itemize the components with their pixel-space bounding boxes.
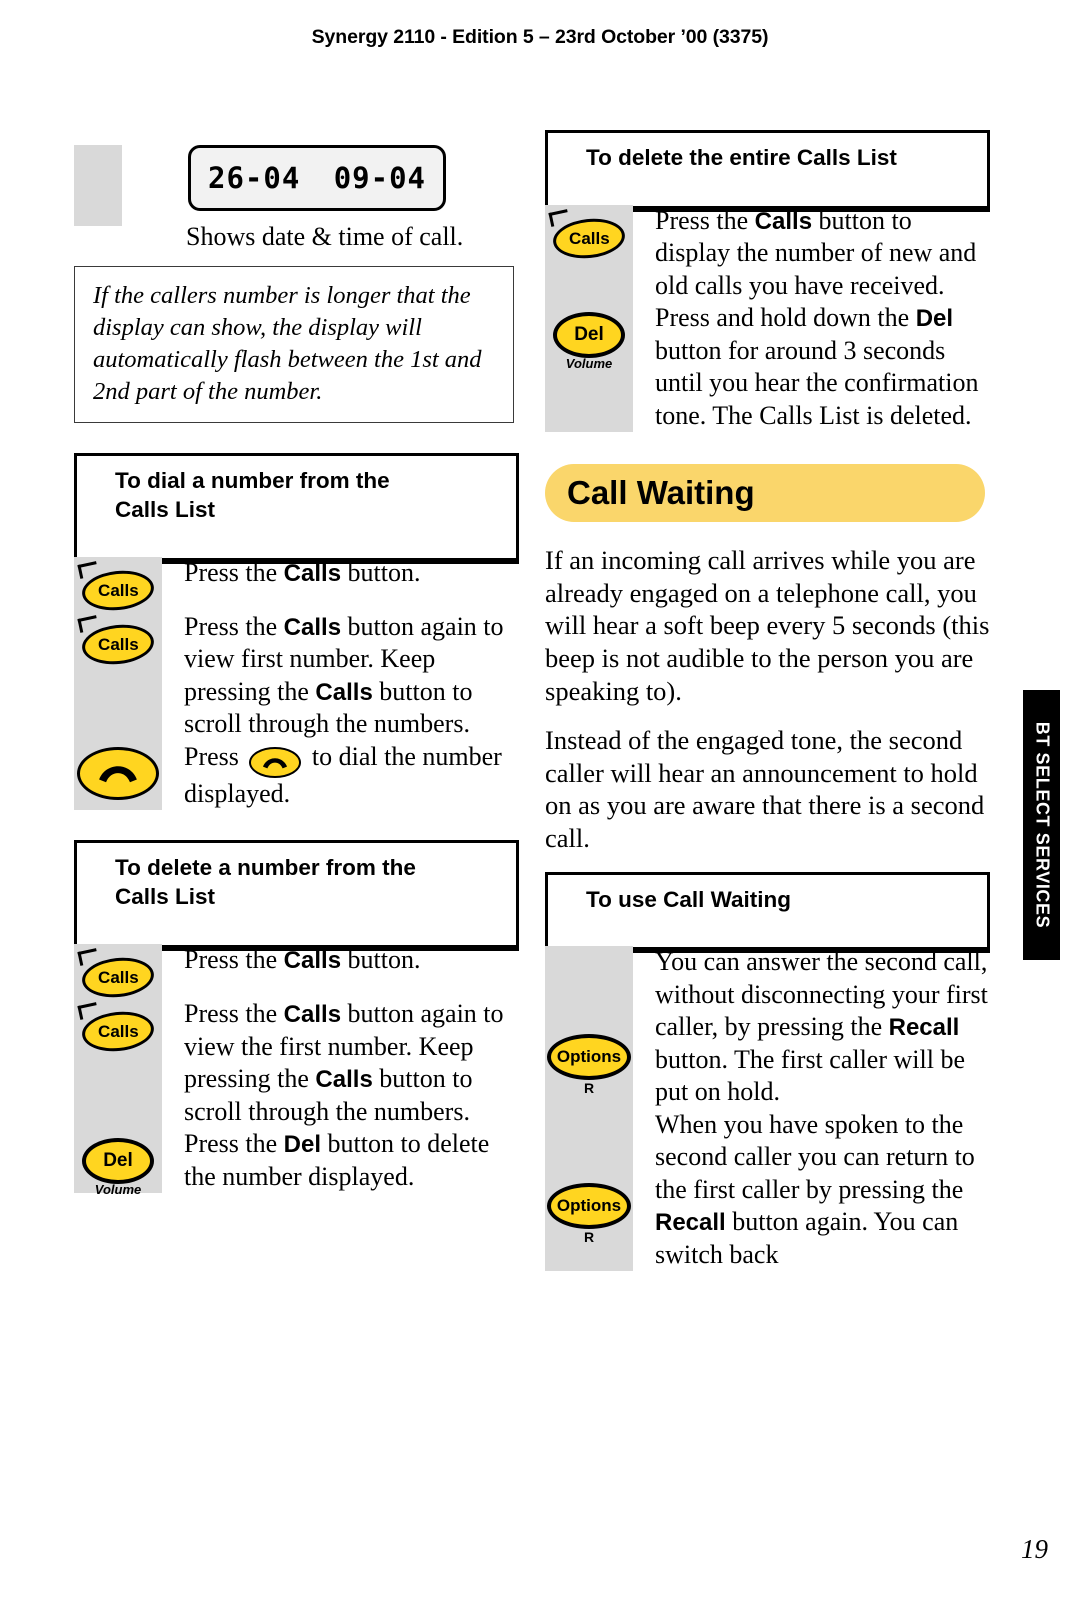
calls-key-icon[interactable]: Calls <box>77 561 156 614</box>
instruction-icon-cell: Calls <box>74 998 162 1055</box>
recall-sublabel: R <box>583 1228 595 1245</box>
calls-key-icon[interactable]: Calls <box>548 208 627 262</box>
instruction-icon-cell <box>74 741 162 800</box>
side-tab: BT SELECT SERVICES <box>1023 690 1060 960</box>
key-bracket-icon <box>77 1002 99 1020</box>
calls-key-icon[interactable]: Calls <box>77 1002 156 1055</box>
instruction-text: Press the Del button to delete the numbe… <box>184 1129 490 1191</box>
instruction-text: You can answer the second call, without … <box>655 947 988 1107</box>
instruction-icon-cell: Calls <box>74 944 162 1001</box>
instruction-row: Del Volume Press and hold down the Del but… <box>545 302 990 432</box>
instruction-strip: Calls Press the Calls button. Calls Press t… <box>74 556 519 811</box>
lcd-date: 26-04 <box>208 161 301 195</box>
lcd-display-row: 26-04 09-04 Shows date & time of call. <box>74 130 519 251</box>
banner-label: Call Waiting <box>567 474 755 512</box>
calls-key-label: Calls <box>97 580 139 600</box>
instruction-text: Press the Calls button. <box>184 557 421 587</box>
body-paragraph: If an incoming call arrives while you ar… <box>545 545 990 706</box>
left-column: 26-04 09-04 Shows date & time of call. I… <box>74 130 519 1197</box>
options-key-icon[interactable]: Options R <box>547 1034 631 1096</box>
del-key-label: Del <box>103 1150 133 1172</box>
key-bracket-icon <box>77 561 99 579</box>
del-key-label: Del <box>574 324 604 346</box>
instruction-row: Del Volume Press the Del button to delete … <box>74 1128 519 1197</box>
left-sections: To dial a number from the Calls List Calls… <box>74 453 519 1197</box>
manual-page: Synergy 2110 - Edition 5 – 23rd October … <box>0 0 1080 1599</box>
del-key-icon[interactable]: Del Volume <box>553 312 625 371</box>
strip-rows: Calls Press the Calls button. Calls Press t… <box>74 944 519 1197</box>
del-key-icon[interactable]: Del Volume <box>82 1138 154 1197</box>
strip-rows: Options R You can answer the second call, … <box>545 946 990 1271</box>
calls-key-icon[interactable]: Calls <box>77 948 156 1001</box>
section-heading-text: To use Call Waiting <box>545 871 990 923</box>
section-heading-text: To delete a number from the Calls List <box>74 840 519 921</box>
calls-key-label: Calls <box>568 228 610 248</box>
instruction-strip: Options R You can answer the second call, … <box>545 946 990 1272</box>
instruction-row: Calls Press the Calls button again to vie… <box>74 611 519 741</box>
section-heading-text: To delete the entire Calls List <box>545 130 990 181</box>
page-header: Synergy 2110 - Edition 5 – 23rd October … <box>311 26 769 48</box>
strip-rows: Calls Press the Calls button to display t… <box>545 205 990 433</box>
options-key-label: Options <box>556 1195 622 1215</box>
instruction-row: Options R When you have spoken to the seco… <box>545 1109 990 1272</box>
note-box: If the callers number is longer that the… <box>74 266 514 424</box>
instruction-row: Press to dial the number displayed. <box>74 741 519 811</box>
instruction-strip: Calls Press the Calls button. Calls Press t… <box>74 944 519 1197</box>
calls-key-label: Calls <box>97 967 139 987</box>
section-heading-text: To dial a number from the Calls List <box>74 453 519 533</box>
instruction-icon-cell: Options R <box>545 1109 633 1245</box>
calls-key-label: Calls <box>97 1021 139 1041</box>
section-heading-bubble: To delete a number from the Calls List <box>74 840 519 961</box>
right-column: To delete the entire Calls List Calls Pres… <box>545 130 990 1272</box>
section-heading-bubble: To dial a number from the Calls List <box>74 453 519 573</box>
lcd-time: 09-04 <box>333 161 426 195</box>
instruction-icon-cell: Options R <box>545 946 633 1096</box>
key-bracket-icon <box>77 948 99 966</box>
instruction-text: Press to dial the number displayed. <box>184 741 502 808</box>
lcd-caption: Shows date & time of call. <box>186 222 464 251</box>
body-paragraph: Instead of the engaged tone, the second … <box>545 725 985 854</box>
instruction-icon-cell: Del Volume <box>545 302 633 371</box>
key-bracket-icon <box>548 208 570 227</box>
call-waiting-banner: Call Waiting <box>545 464 985 523</box>
side-tab-label: BT SELECT SERVICES <box>1032 721 1052 929</box>
strip-rows: Calls Press the Calls button. Calls Press t… <box>74 557 519 811</box>
use-call-waiting-section: To use Call Waiting Options R You can answe… <box>545 871 990 1272</box>
instruction-row: Calls Press the Calls button again to vie… <box>74 998 519 1128</box>
strip-grey-block <box>74 145 122 226</box>
call-waiting-paragraphs: If an incoming call arrives while you ar… <box>545 544 990 854</box>
instruction-text: Press the Calls button to display the nu… <box>655 205 977 300</box>
note-text: If the callers number is longer that the… <box>93 282 482 406</box>
page-number: 19 <box>1021 1534 1048 1564</box>
instruction-row: Calls Press the Calls button. <box>74 944 519 1001</box>
lcd-display: 26-04 09-04 <box>188 145 446 211</box>
recall-sublabel: R <box>583 1080 595 1097</box>
instruction-icon-cell: Calls <box>74 557 162 614</box>
calls-key-label: Calls <box>97 634 139 654</box>
instruction-text: Press the Calls button again to view fir… <box>184 611 504 739</box>
instruction-text: When you have spoken to the second calle… <box>655 1109 975 1269</box>
options-key-icon[interactable]: Options R <box>547 1182 631 1245</box>
instruction-icon-cell: Del Volume <box>74 1128 162 1197</box>
instruction-row: Calls Press the Calls button. <box>74 557 519 614</box>
instruction-text: Press the Calls button again to view the… <box>184 999 504 1126</box>
calls-key-icon[interactable]: Calls <box>77 615 156 668</box>
instruction-icon-cell: Calls <box>74 611 162 668</box>
instruction-strip: Calls Press the Calls button to display t… <box>545 204 990 433</box>
volume-sublabel: Volume <box>94 1182 142 1198</box>
handset-key-icon[interactable] <box>77 746 159 800</box>
instruction-row: Options R You can answer the second call, … <box>545 946 990 1109</box>
instruction-text: Press the Calls button. <box>184 945 421 975</box>
instruction-text: Press and hold down the Del button for a… <box>655 303 979 430</box>
instruction-icon-cell: Calls <box>545 205 633 262</box>
volume-sublabel: Volume <box>565 356 613 372</box>
options-key-label: Options <box>556 1047 622 1067</box>
key-bracket-icon <box>77 615 99 633</box>
right-sections: To delete the entire Calls List Calls Pres… <box>545 130 990 433</box>
instruction-row: Calls Press the Calls button to display t… <box>545 205 990 303</box>
